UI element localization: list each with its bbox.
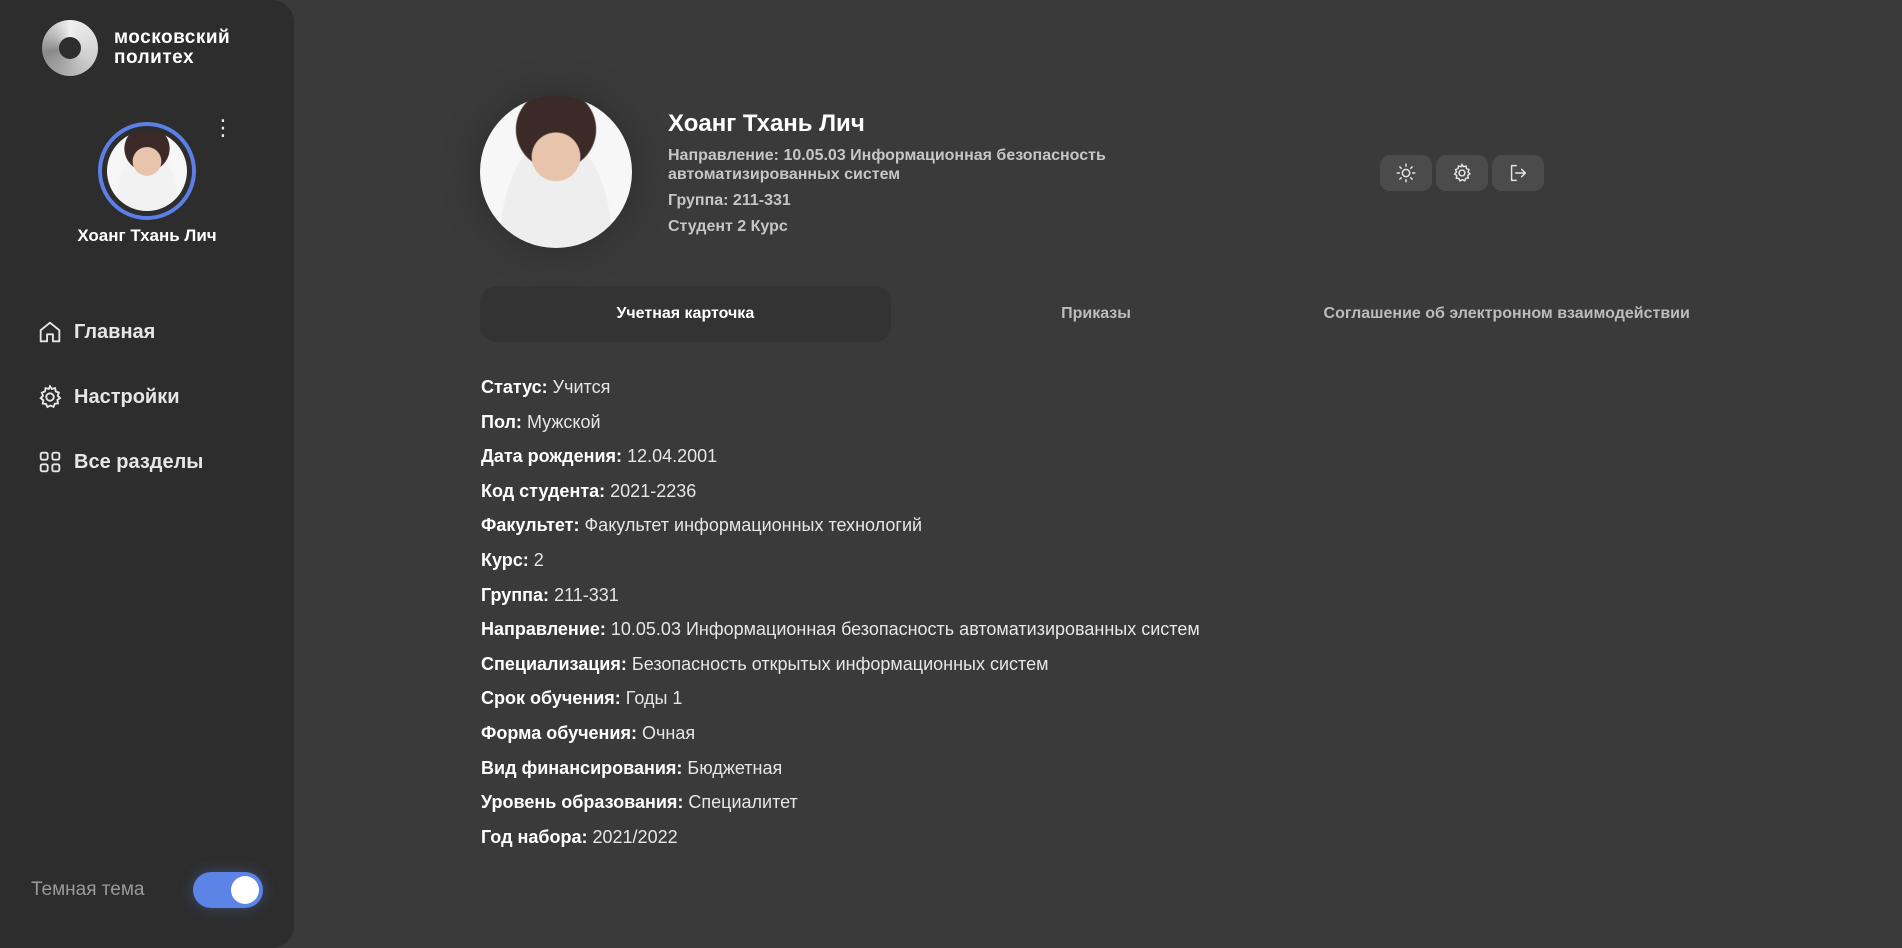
- sidebar: московский политех ⋮ Хоанг Тхань Лич Гла…: [0, 0, 294, 948]
- field-value: Бюджетная: [687, 757, 783, 778]
- field-value: 2021-2236: [610, 480, 697, 501]
- settings-button[interactable]: [1436, 155, 1488, 191]
- gear-icon: [1453, 163, 1472, 182]
- logout-icon: [1510, 164, 1527, 182]
- tab-orders[interactable]: Приказы: [891, 286, 1302, 342]
- field-key: Код студента:: [481, 480, 606, 501]
- theme-button[interactable]: [1380, 155, 1432, 191]
- sidebar-item-home[interactable]: Главная: [36, 312, 203, 352]
- field-key: Курс:: [481, 549, 529, 570]
- sidebar-nav: Главная Настройки Все разделы: [36, 312, 203, 507]
- theme-switch-row: Темная тема: [31, 872, 263, 908]
- field-value: Безопасность открытых информационных сис…: [631, 653, 1049, 674]
- profile-info: Хоанг Тхань Лич Направление: 10.05.03 Ин…: [668, 110, 1148, 243]
- field-value: Специалитет: [688, 792, 798, 813]
- field-row: Специализация: Безопасность открытых инф…: [481, 647, 1200, 682]
- field-row: Пол: Мужской: [481, 405, 1200, 440]
- sun-icon: [1396, 163, 1416, 183]
- field-key: Форма обучения:: [481, 722, 637, 743]
- brand-line-1: московский: [114, 27, 231, 48]
- brand-line-2: политех: [114, 47, 195, 68]
- sidebar-item-label: Главная: [74, 320, 156, 343]
- gear-icon: [39, 384, 62, 409]
- field-row: Курс: 2: [481, 543, 1200, 578]
- sidebar-avatar[interactable]: [98, 122, 196, 220]
- field-value: 12.04.2001: [627, 446, 718, 467]
- sidebar-item-label: Все разделы: [74, 450, 204, 473]
- field-value: 10.05.03 Информационная безопасность авт…: [610, 619, 1200, 640]
- sidebar-user-name: Хоанг Тхань Лич: [77, 226, 217, 245]
- profile-tabs: Учетная карточка Приказы Соглашение об э…: [480, 286, 1712, 342]
- avatar-photo: [107, 131, 187, 211]
- sidebar-item-settings[interactable]: Настройки: [36, 377, 203, 417]
- sidebar-item-label: Настройки: [74, 385, 180, 408]
- field-value: Факультет информационных технологий: [584, 515, 923, 536]
- tab-electronic-agreement[interactable]: Соглашение об электронном взаимодействии: [1301, 286, 1712, 342]
- field-row: Форма обучения: Очная: [481, 716, 1200, 751]
- sidebar-item-all-sections[interactable]: Все разделы: [36, 442, 203, 482]
- field-key: Направление:: [481, 619, 606, 640]
- profile-direction: Направление: 10.05.03 Информационная без…: [668, 147, 1106, 183]
- field-row: Статус: Учится: [481, 370, 1200, 405]
- field-key: Срок обучения:: [481, 688, 621, 709]
- field-value: 211-331: [554, 584, 619, 605]
- field-row: Год набора: 2021/2022: [481, 820, 1200, 855]
- grid-icon: [39, 451, 61, 473]
- logout-button[interactable]: [1492, 155, 1544, 191]
- field-row: Дата рождения: 12.04.2001: [481, 439, 1200, 474]
- field-row: Срок обучения: Годы 1: [481, 681, 1200, 716]
- field-value: Мужской: [526, 411, 601, 432]
- logo-mark-icon: [42, 20, 98, 76]
- field-row: Факультет: Факультет информационных техн…: [481, 508, 1200, 543]
- field-value: Очная: [642, 722, 696, 743]
- field-row: Направление: 10.05.03 Информационная без…: [481, 612, 1200, 647]
- brand-name: московский политех: [114, 28, 230, 68]
- field-row: Вид финансирования: Бюджетная: [481, 751, 1200, 786]
- profile-photo: [480, 96, 632, 248]
- theme-label: Темная тема: [31, 879, 145, 900]
- toggle-knob: [231, 876, 259, 904]
- field-row: Уровень образования: Специалитет: [481, 785, 1200, 820]
- field-value: Годы 1: [625, 688, 683, 709]
- field-value: 2021/2022: [592, 826, 678, 847]
- dark-theme-toggle[interactable]: [193, 872, 263, 908]
- field-key: Факультет:: [481, 515, 580, 536]
- student-fields: Статус: Учится Пол: Мужской Дата рождени…: [481, 370, 1200, 854]
- tab-account-card[interactable]: Учетная карточка: [480, 286, 891, 342]
- field-key: Специализация:: [481, 653, 627, 674]
- profile-name: Хоанг Тхань Лич: [668, 110, 865, 137]
- field-key: Год набора:: [481, 826, 588, 847]
- field-value: Учится: [552, 377, 611, 397]
- profile-course: Студент 2 Курс: [668, 218, 788, 235]
- field-key: Группа:: [481, 584, 550, 605]
- field-row: Группа: 211-331: [481, 578, 1200, 613]
- kebab-menu-icon[interactable]: ⋮: [212, 116, 234, 140]
- home-icon: [39, 321, 61, 343]
- field-key: Пол:: [481, 411, 522, 432]
- field-key: Вид финансирования:: [481, 757, 683, 778]
- field-value: 2: [533, 549, 544, 570]
- field-key: Дата рождения:: [481, 446, 623, 467]
- field-key: Уровень образования:: [481, 792, 684, 813]
- profile-toolbar: [1380, 155, 1548, 191]
- field-key: Статус:: [481, 377, 548, 397]
- brand-logo[interactable]: московский политех: [42, 20, 230, 76]
- profile-group: Группа: 211-331: [668, 192, 791, 209]
- field-row: Код студента: 2021-2236: [481, 474, 1200, 509]
